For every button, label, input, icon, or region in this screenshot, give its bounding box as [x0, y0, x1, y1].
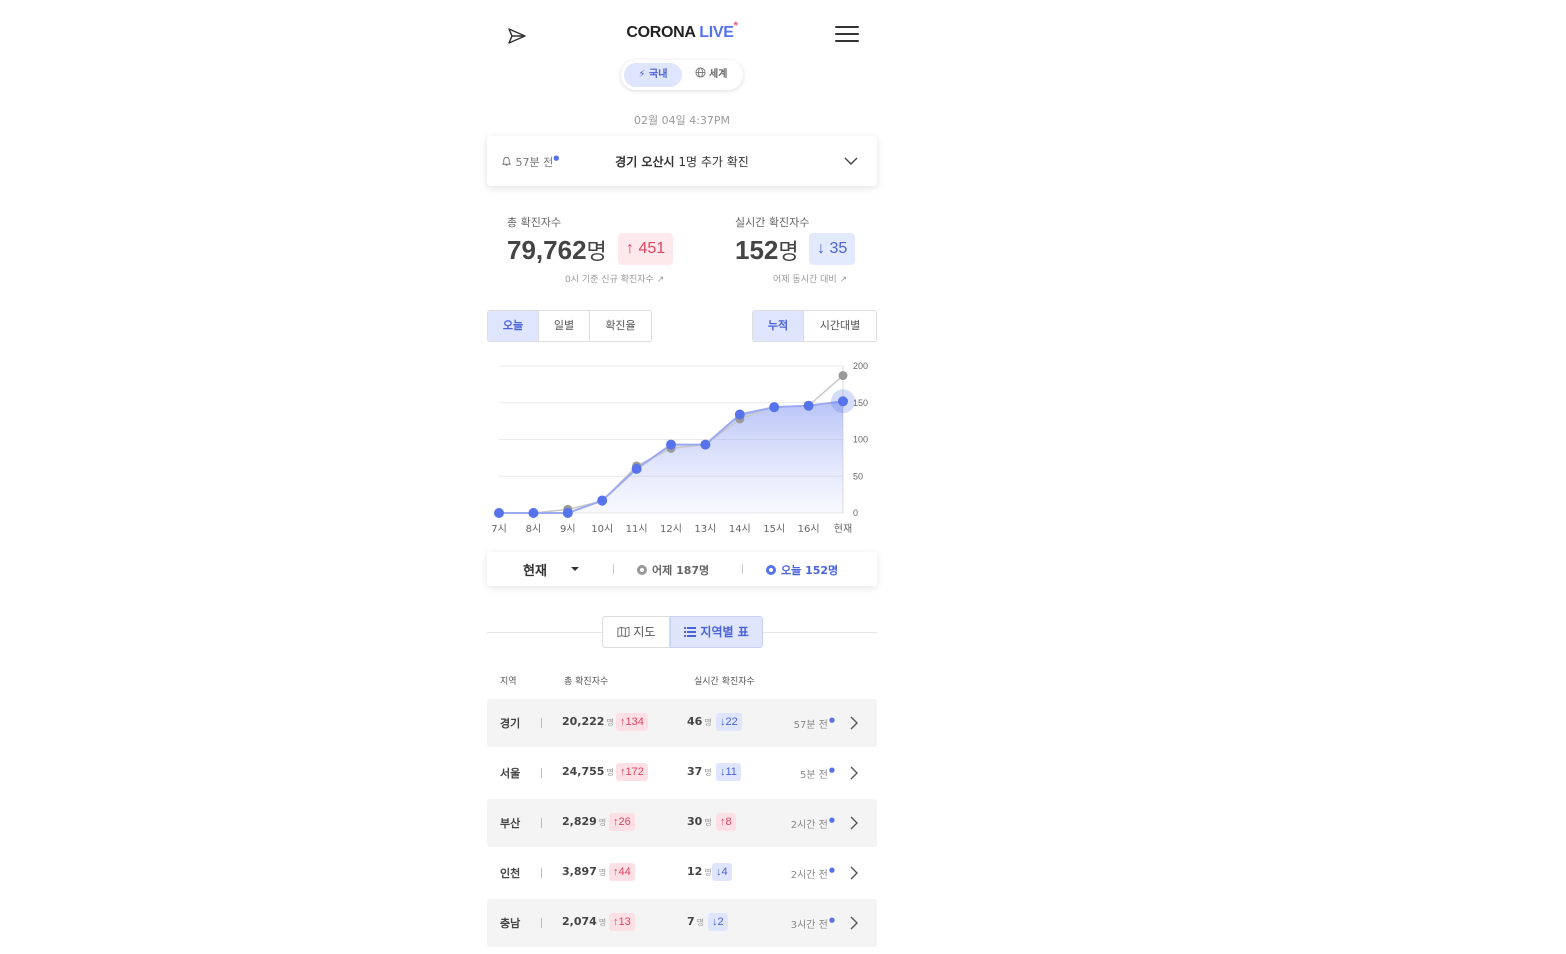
today-point: [666, 439, 676, 450]
today-point: [803, 400, 814, 411]
list-icon: [684, 627, 697, 637]
y-tick-label: 100: [853, 435, 868, 445]
chevron-right-icon: [850, 866, 858, 880]
brand-logo[interactable]: CORONA LIVE*: [487, 20, 877, 42]
y-tick-label: 200: [853, 361, 868, 371]
alert-region: 경기 오산시: [615, 155, 675, 169]
today-point: [528, 508, 539, 518]
live-label: 실시간 확진자수: [735, 216, 810, 229]
x-tick-label: 10시: [591, 523, 613, 535]
toggle-domestic[interactable]: ⚡︎ 국내: [624, 63, 682, 87]
live-note[interactable]: 어제 동시간 대비 ↗: [773, 272, 847, 285]
legend-yesterday: 어제 187명: [637, 562, 709, 578]
today-point: [562, 508, 573, 518]
table-row[interactable]: 인천 3,897 명 ↑44 12 명 ↓4 2시간 전●: [487, 849, 877, 897]
legend-dot-today: [766, 565, 776, 575]
tab-today[interactable]: 오늘: [488, 311, 539, 341]
time-select[interactable]: 현재: [523, 560, 547, 579]
today-area: [499, 401, 843, 513]
tab-region-table[interactable]: 지역별 표: [670, 616, 763, 648]
brand-dot: *: [733, 20, 738, 32]
chart-mode-tabs: 누적 시간대별: [752, 310, 877, 342]
alert-message: 경기 오산시 1명 추가 확진: [487, 153, 877, 170]
chevron-right-icon: [850, 916, 858, 930]
tab-rate[interactable]: 확진율: [590, 311, 651, 341]
chart-period-tabs: 오늘 일별 확진율: [487, 310, 652, 342]
y-tick-label: 150: [853, 398, 868, 408]
chart-legend: 현재 어제 187명 오늘 152명: [487, 552, 877, 586]
today-point: [494, 508, 504, 518]
x-tick-label: 12시: [660, 523, 682, 535]
updated-time: 02월 04일 4:37PM: [633, 114, 731, 127]
today-point: [769, 402, 780, 413]
tab-map[interactable]: 지도: [602, 616, 670, 648]
table-row[interactable]: 부산 2,829 명 ↑26 30 명 ↑8 2시간 전●: [487, 799, 877, 847]
menu-icon[interactable]: [835, 26, 859, 46]
caret-down-icon[interactable]: [571, 567, 579, 571]
today-point: [597, 495, 608, 506]
x-tick-label: 현재: [834, 523, 852, 535]
cases-chart[interactable]: 0 50 100 150 200 7시 8시 9시 10시 11시 12시 13시 14시 15시 16시 현…: [487, 352, 877, 542]
link-icon: ↗: [656, 275, 665, 285]
chevron-right-icon: [850, 766, 858, 780]
chevron-right-icon: [850, 716, 858, 730]
brand-live: LIVE: [699, 24, 734, 41]
brand-main: CORONA: [626, 24, 696, 41]
header-total: 총 확진자수: [564, 677, 609, 687]
legend-dot-yesterday: [637, 565, 647, 575]
total-value: 79,762명: [507, 235, 607, 265]
yesterday-point: [838, 371, 848, 381]
chevron-right-icon: [850, 816, 858, 830]
globe-icon: [695, 67, 706, 78]
x-tick-label: 9시: [560, 523, 576, 535]
bolt-icon: ⚡︎: [638, 69, 646, 80]
x-tick-label: 13시: [694, 523, 716, 535]
x-tick-label: 16시: [798, 523, 820, 535]
y-tick-label: 0: [853, 508, 858, 518]
x-tick-label: 15시: [763, 523, 785, 535]
table-row[interactable]: 충남 2,074 명 ↑13 7명 ↓2 3시간 전●: [487, 899, 877, 947]
toggle-world[interactable]: 세계: [682, 63, 740, 87]
map-icon: [616, 626, 630, 638]
link-icon: ↗: [839, 275, 848, 285]
live-value: 152명: [735, 235, 799, 265]
x-tick-label: 8시: [526, 523, 542, 535]
table-row[interactable]: 경기 20,222 명 ↑134 46 명 ↓22 57분 전●: [487, 699, 877, 747]
latest-alert[interactable]: 57분 전● 경기 오산시 1명 추가 확진: [487, 136, 877, 186]
today-point: [700, 439, 711, 450]
tab-daily[interactable]: 일별: [539, 311, 590, 341]
header-live: 실시간 확진자수: [694, 677, 755, 687]
table-row[interactable]: 서울 24,755 명 ↑172 37 명 ↓11 5분 전●: [487, 749, 877, 797]
today-point: [734, 409, 745, 420]
chevron-down-icon[interactable]: [843, 153, 859, 169]
x-tick-label: 7시: [491, 523, 507, 535]
tab-hourly[interactable]: 시간대별: [804, 311, 876, 341]
today-point: [838, 396, 848, 407]
main-column: CORONA LIVE* ⚡︎ 국내 세계 02월 04일 4:37PM 57분…: [487, 0, 877, 954]
live-delta-badge: ↓ 35: [809, 233, 856, 265]
today-point: [631, 463, 642, 474]
x-tick-label: 11시: [626, 523, 648, 535]
region-toggle: ⚡︎ 국내 세계: [621, 60, 743, 90]
header-region: 지역: [500, 677, 517, 687]
x-tick-label: 14시: [729, 523, 751, 535]
alert-text: 1명 추가 확진: [678, 155, 749, 169]
total-note[interactable]: 0시 기준 신규 확진자수 ↗: [565, 272, 664, 285]
tab-cumulative[interactable]: 누적: [753, 311, 804, 341]
total-delta-badge: ↑ 451: [618, 233, 674, 265]
total-label: 총 확진자수: [507, 216, 562, 229]
legend-today: 오늘 152명: [766, 562, 838, 578]
y-tick-label: 50: [853, 471, 863, 481]
